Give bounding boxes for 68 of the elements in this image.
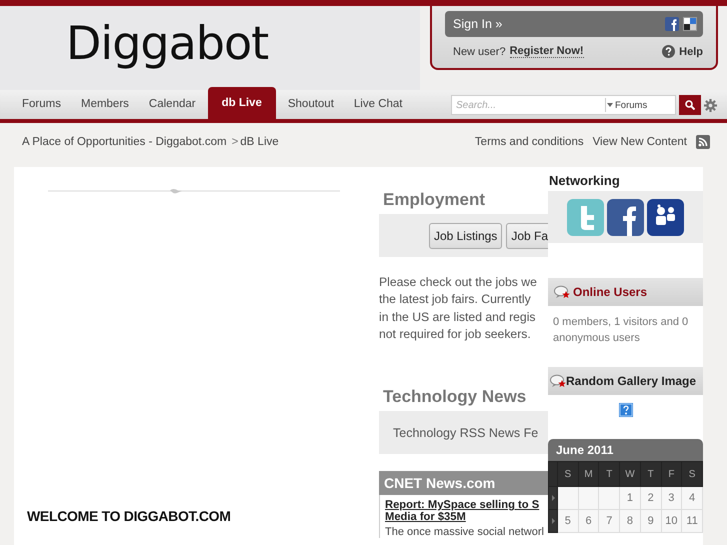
breadcrumb-separator: > [232, 136, 238, 148]
panel-header: Random Gallery Image [548, 367, 703, 395]
paragraph-line: not required for job seekers. [379, 326, 532, 343]
paragraph-line: Please check out the jobs we [379, 274, 538, 291]
scope-dropdown[interactable]: Forums [605, 98, 675, 112]
online-users-text: 0 members, 1 visitors and 0 anonymous users [552, 315, 690, 346]
section-heading: Technology News [382, 387, 528, 408]
calendar-day[interactable]: 11 [682, 510, 702, 532]
paragraph-line: the latest job fairs. Currently [379, 291, 532, 308]
rss-icon[interactable] [696, 134, 710, 148]
job-button[interactable]: Job Fa [506, 222, 548, 248]
calendar-day[interactable]: 7 [598, 510, 620, 532]
help-icon [662, 45, 676, 58]
weekday-label: F [661, 462, 682, 486]
week-arrow-icon[interactable] [552, 495, 554, 501]
feed-header: CNET News.com [379, 471, 548, 496]
calendar-day[interactable]: 6 [578, 510, 599, 532]
weekday-label: M [578, 462, 599, 486]
calendar-day[interactable]: 9 [640, 510, 662, 532]
caret-icon [607, 103, 613, 107]
sidebar-title: Networking [548, 173, 621, 188]
calendar-day[interactable]: 10 [661, 510, 682, 532]
week-arrow-icon[interactable] [552, 518, 554, 524]
calendar-day[interactable]: 8 [620, 510, 640, 532]
weekday-label: S [682, 462, 702, 486]
calendar-day[interactable]: 2 [640, 486, 662, 510]
squares-icon[interactable] [683, 17, 697, 31]
search-field[interactable]: Search... Forums [451, 95, 676, 115]
search-icon [685, 100, 695, 110]
headline-link[interactable]: Report: MySpace selling to S Media for $35M [385, 499, 548, 524]
weekday-label: W [620, 462, 640, 486]
people-icon[interactable] [647, 198, 684, 236]
welcome-heading: WELCOME TO DIGGABOT.COM [26, 508, 232, 524]
feed-label: Technology RSS News Fe [393, 426, 538, 440]
broken-image-icon [618, 403, 632, 417]
site-logo[interactable]: Diggabot [66, 10, 268, 76]
calendar-month: June 2011 [548, 439, 703, 461]
nav-tab[interactable]: Members [70, 90, 139, 119]
weekday-label: S [558, 462, 578, 486]
calendar-day[interactable]: 3 [661, 486, 682, 510]
job-button[interactable]: Job Listings [428, 222, 502, 248]
header-link[interactable]: View New Content [592, 136, 687, 148]
nav-tab[interactable]: Shoutout [278, 90, 344, 119]
facebook-icon[interactable] [607, 198, 644, 236]
nav-tab[interactable]: Forums [12, 90, 71, 119]
calendar-day[interactable]: 4 [682, 486, 702, 510]
calendar-day[interactable]: 5 [558, 510, 578, 532]
register-link[interactable]: Register Now! [510, 45, 584, 58]
nav-tab[interactable]: db Live [208, 87, 276, 119]
sign-in-link[interactable]: Sign In » [453, 17, 661, 31]
panel-header: Online Users [548, 278, 703, 306]
settings-icon[interactable] [704, 98, 717, 112]
search-button[interactable] [679, 95, 701, 115]
weekday-label: T [640, 462, 662, 486]
paragraph-line: in the US are listed and regis [379, 308, 536, 326]
facebook-icon[interactable] [665, 17, 679, 31]
weekday-label: T [598, 462, 620, 486]
feed-excerpt: The once massive social networl [385, 526, 545, 538]
calendar-day[interactable]: 1 [620, 486, 640, 510]
sign-in-bar[interactable]: Sign In » [445, 11, 703, 37]
header-link[interactable]: Terms and conditions [474, 136, 584, 148]
help-link[interactable]: Help [662, 45, 703, 58]
breadcrumb-link[interactable]: A Place of Opportunities - Diggabot.com [22, 136, 227, 148]
new-user-label: New user? [453, 46, 506, 58]
nav-tab[interactable]: Live Chat [344, 90, 412, 119]
breadcrumb-current: dB Live [240, 136, 279, 148]
section-heading: Employment [382, 190, 486, 210]
nav-tab[interactable]: Calendar [138, 90, 206, 119]
